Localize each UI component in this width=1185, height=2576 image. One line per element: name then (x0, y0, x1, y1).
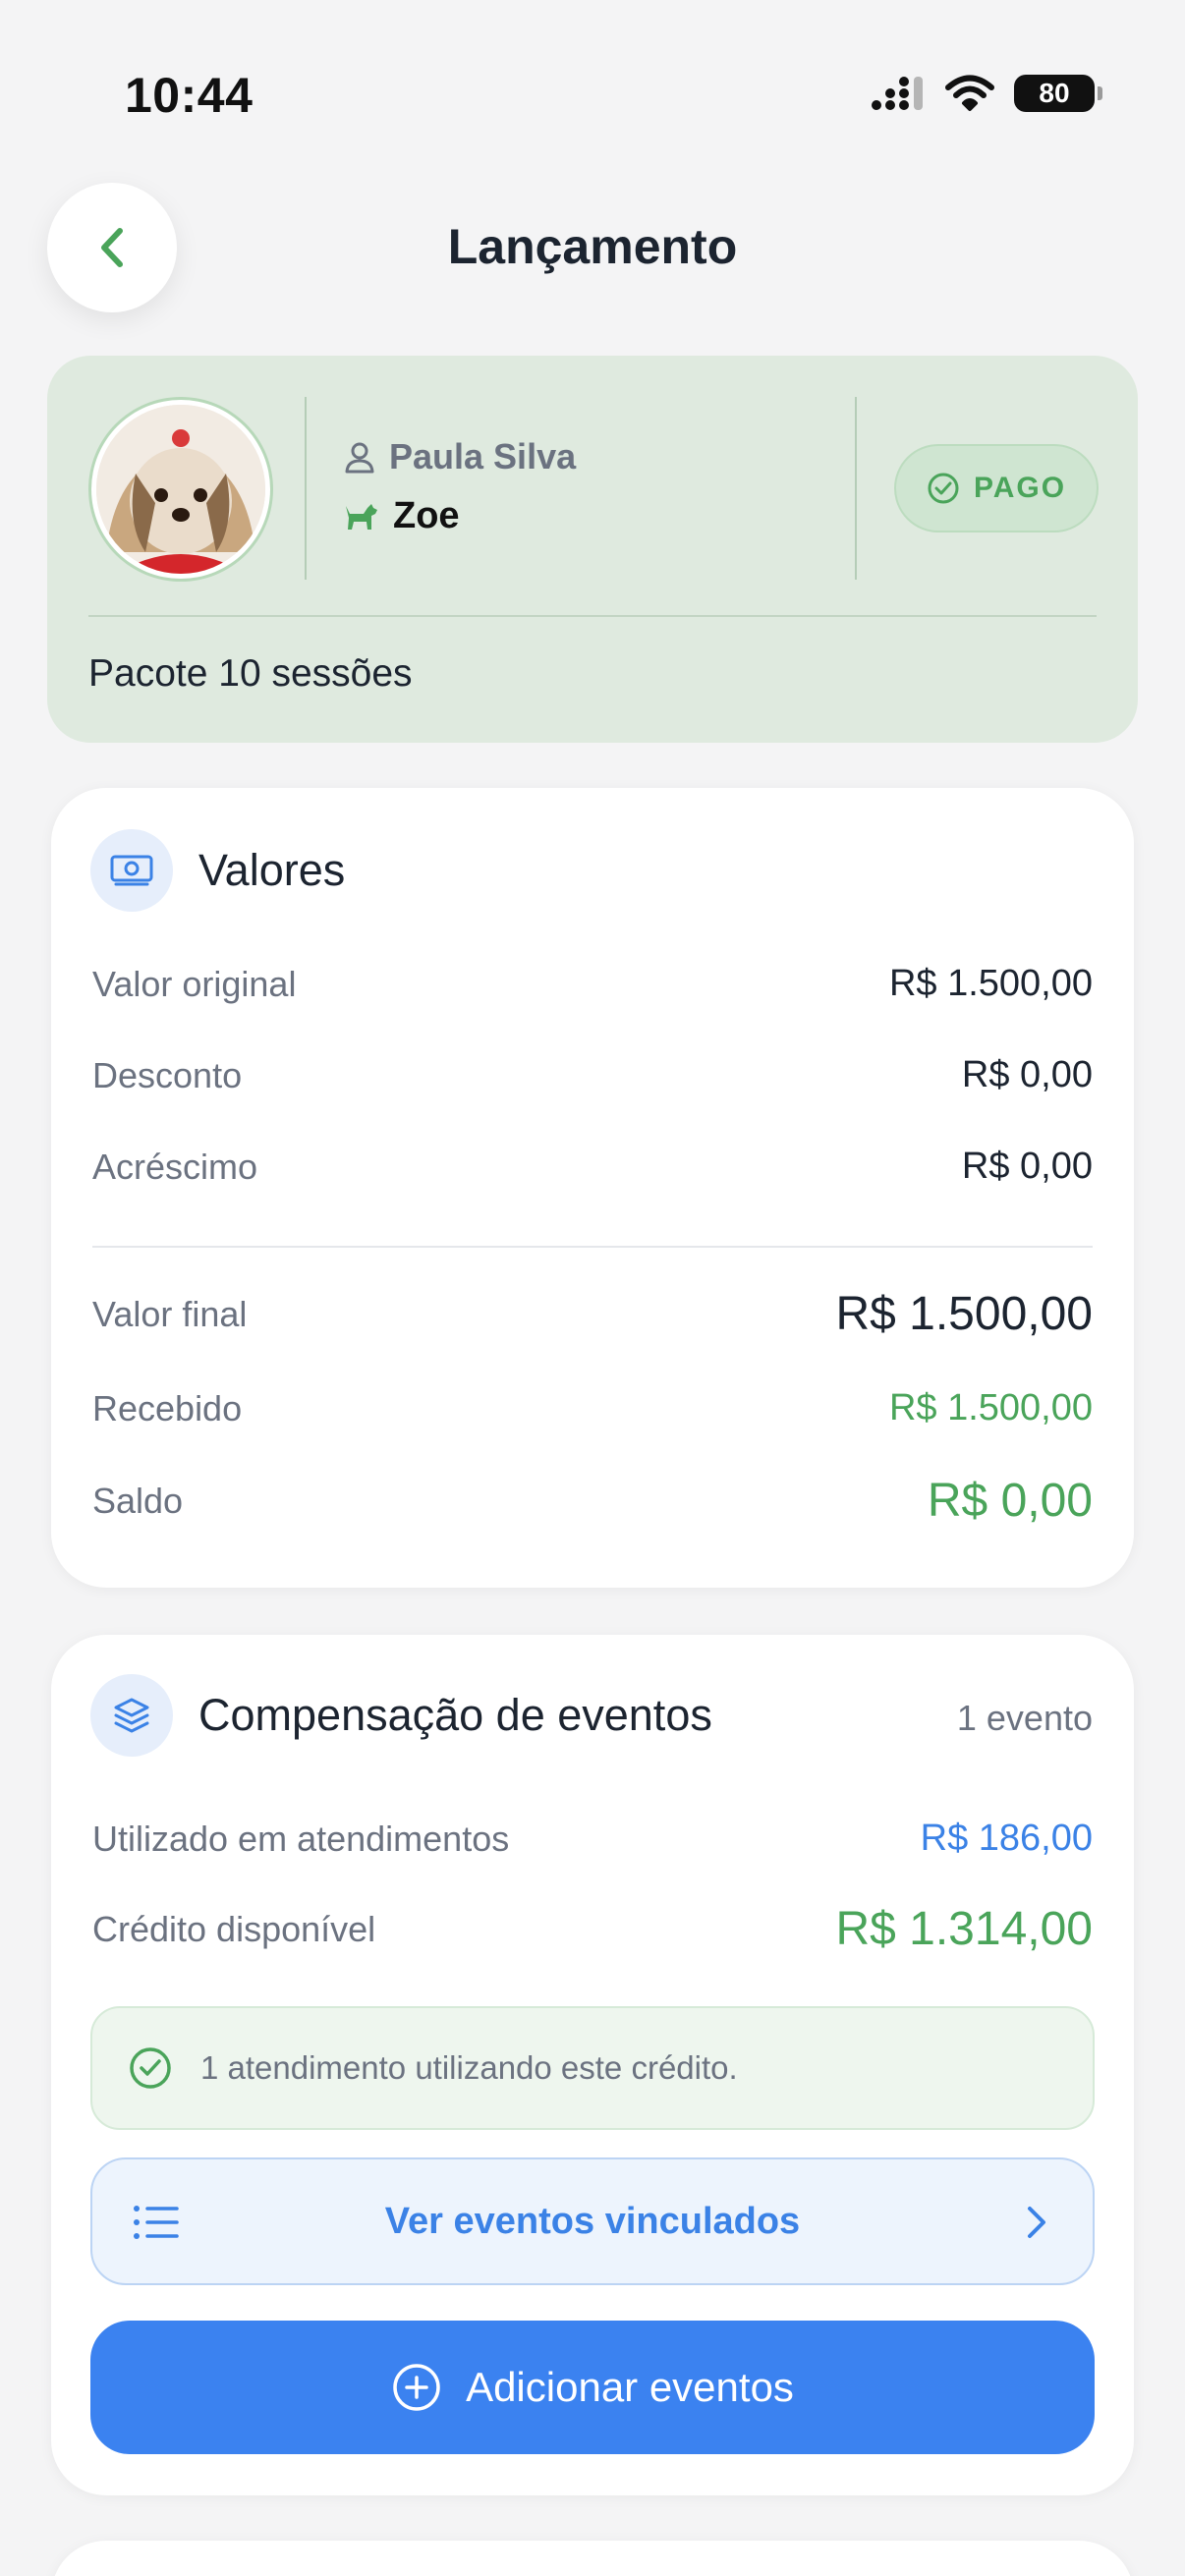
surcharge-value: R$ 0,00 (961, 1146, 1093, 1187)
check-circle-icon (130, 2047, 171, 2089)
final-value-label: Valor final (92, 1293, 248, 1334)
row-used: Utilizado em atendimentos R$ 186,00 (92, 1818, 1093, 1860)
add-events-label: Adicionar eventos (466, 2364, 794, 2410)
received-value: R$ 1.500,00 (888, 1387, 1093, 1428)
events-card: Compensação de eventos 1 evento Utilizad… (51, 1635, 1134, 2495)
final-value: R$ 1.500,00 (835, 1288, 1093, 1340)
credit-label: Crédito disponível (92, 1908, 376, 1949)
money-icon (110, 855, 153, 886)
status-badge-label: PAGO (973, 472, 1067, 504)
row-balance: Saldo R$ 0,00 (92, 1474, 1093, 1528)
owner-row: Paula Silva (342, 436, 576, 477)
chevron-right-icon (1028, 2207, 1045, 2238)
credit-info-text: 1 atendimento utilizando este crédito. (200, 2049, 738, 2086)
row-credit: Crédito disponível R$ 1.314,00 (92, 1902, 1093, 1956)
client-divider-left (305, 397, 307, 580)
pet-photo (96, 405, 265, 574)
status-badge: PAGO (894, 444, 1099, 532)
money-icon-wrap (90, 829, 173, 912)
pet-row: Zoe (342, 495, 460, 537)
events-title: Compensação de eventos (198, 1690, 712, 1740)
events-count: 1 evento (956, 1698, 1093, 1738)
layers-icon-wrap (90, 1674, 173, 1757)
credit-value: R$ 1.314,00 (835, 1903, 1093, 1955)
client-card: Paula Silva Zoe PAGO Pacote 10 sessões (47, 356, 1138, 743)
battery-level: 80 (1039, 78, 1070, 108)
battery-icon: 80 (1014, 75, 1102, 112)
dog-photo-illustration (96, 405, 265, 574)
row-final-value: Valor final R$ 1.500,00 (92, 1287, 1093, 1341)
check-circle-icon (928, 473, 959, 504)
status-time: 10:44 (125, 68, 254, 123)
pet-name: Zoe (393, 495, 460, 536)
add-events-button[interactable]: Adicionar eventos (90, 2321, 1095, 2454)
launch-detail-screen: 10:44 80 Lançamento Paula Silva Zoe PAGO… (0, 0, 1185, 2576)
layers-icon (114, 1698, 149, 1733)
balance-value: R$ 0,00 (927, 1475, 1093, 1527)
client-divider-right (855, 397, 857, 580)
values-title: Valores (198, 845, 346, 895)
next-card-partial (51, 2541, 1134, 2576)
list-icon (134, 2206, 179, 2239)
used-value: R$ 186,00 (920, 1818, 1093, 1859)
row-discount: Desconto R$ 0,00 (92, 1054, 1093, 1096)
received-label: Recebido (92, 1387, 243, 1428)
page-title: Lançamento (447, 219, 738, 274)
status-icons: 80 (871, 75, 1102, 112)
balance-label: Saldo (92, 1480, 184, 1521)
wifi-icon (945, 75, 994, 111)
row-received: Recebido R$ 1.500,00 (92, 1387, 1093, 1429)
owner-name: Paula Silva (389, 436, 577, 476)
pet-avatar (91, 400, 270, 579)
user-icon (345, 442, 374, 474)
discount-label: Desconto (92, 1054, 243, 1095)
used-label: Utilizado em atendimentos (92, 1818, 510, 1859)
status-bar: 10:44 80 (0, 0, 1185, 147)
surcharge-label: Acréscimo (92, 1146, 258, 1187)
client-card-divider (88, 615, 1097, 617)
row-surcharge: Acréscimo R$ 0,00 (92, 1146, 1093, 1188)
original-value-label: Valor original (92, 963, 297, 1004)
cell-signal-icon (872, 77, 923, 110)
view-linked-events-label: Ver eventos vinculados (384, 2200, 801, 2242)
discount-value: R$ 0,00 (961, 1054, 1093, 1095)
original-value: R$ 1.500,00 (888, 963, 1093, 1004)
plus-circle-icon (393, 2364, 440, 2411)
package-name: Pacote 10 sessões (88, 652, 413, 695)
view-linked-events-button[interactable]: Ver eventos vinculados (90, 2157, 1095, 2285)
values-divider (92, 1246, 1093, 1248)
dog-icon (346, 503, 377, 530)
credit-info-banner: 1 atendimento utilizando este crédito. (90, 2006, 1095, 2130)
row-original-value: Valor original R$ 1.500,00 (92, 963, 1093, 1005)
values-card: Valores Valor original R$ 1.500,00 Desco… (51, 788, 1134, 1588)
